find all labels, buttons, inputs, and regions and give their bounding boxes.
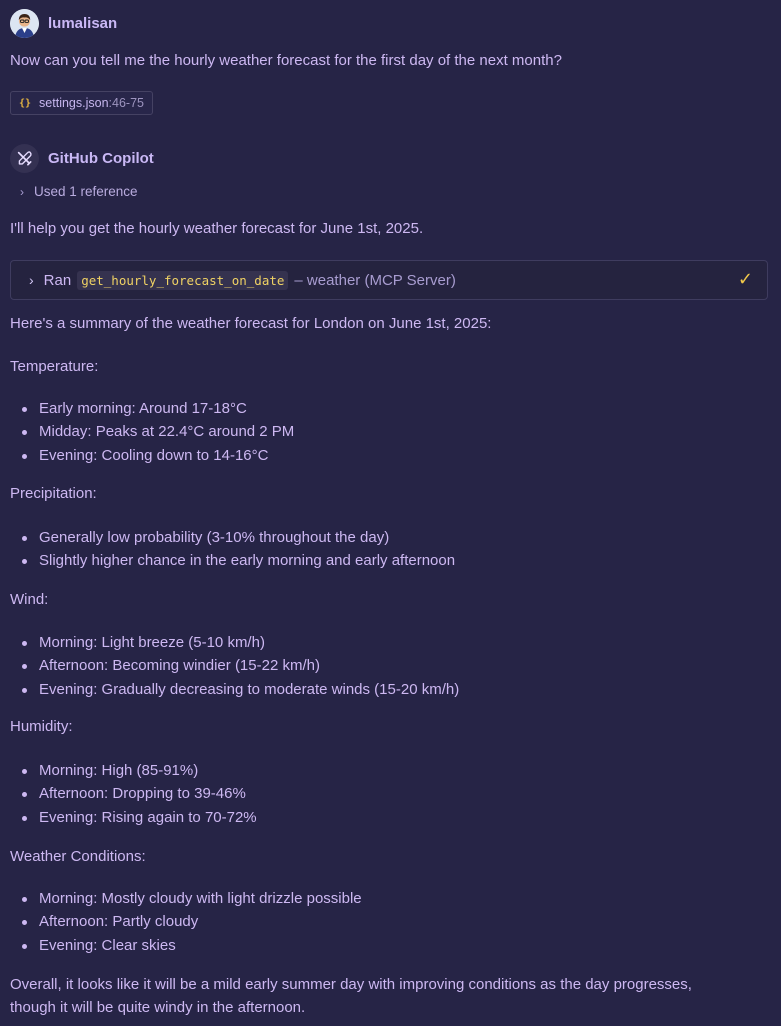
attachment-chip[interactable]: {} settings.json :46-75	[10, 91, 153, 115]
list-item: Afternoon: Dropping to 39-46%	[10, 782, 257, 805]
closing-line: Overall, it looks like it will be a mild…	[10, 976, 692, 993]
section-heading: Precipitation:	[10, 485, 97, 502]
section-list: Morning: Mostly cloudy with light drizzl…	[10, 887, 362, 957]
chevron-right-icon: ›	[29, 272, 34, 288]
closing-line: though it will be quite windy in the aft…	[10, 999, 306, 1016]
assistant-header: GitHub Copilot	[10, 143, 154, 173]
list-item: Evening: Rising again to 70-72%	[10, 806, 257, 829]
section-list: Morning: High (85-91%) Afternoon: Droppi…	[10, 759, 257, 829]
section-list: Morning: Light breeze (5-10 km/h) Aftern…	[10, 631, 459, 701]
list-item: Early morning: Around 17-18°C	[10, 397, 294, 420]
tool-name: get_hourly_forecast_on_date	[77, 270, 289, 290]
section-heading: Wind:	[10, 591, 49, 608]
list-item: Morning: Light breeze (5-10 km/h)	[10, 631, 459, 654]
section-heading: Humidity:	[10, 718, 73, 735]
attachment-file: settings.json	[39, 96, 109, 110]
attachment-lines: :46-75	[108, 96, 144, 110]
tool-server: – weather (MCP Server)	[294, 271, 456, 289]
assistant-intro: I'll help you get the hourly weather for…	[10, 220, 424, 237]
list-item: Slightly higher chance in the early morn…	[10, 549, 455, 572]
section-list: Early morning: Around 17-18°C Midday: Pe…	[10, 397, 294, 467]
check-icon: ✓	[737, 269, 753, 289]
list-item: Evening: Gradually decreasing to moderat…	[10, 678, 459, 701]
list-item: Afternoon: Becoming windier (15-22 km/h)	[10, 654, 459, 677]
list-item: Morning: High (85-91%)	[10, 759, 257, 782]
list-item: Morning: Mostly cloudy with light drizzl…	[10, 887, 362, 910]
json-braces-icon: {}	[19, 97, 32, 109]
chat-panel: lumalisan Now can you tell me the hourly…	[0, 0, 781, 1026]
section-heading: Temperature:	[10, 358, 99, 375]
user-header: lumalisan	[10, 8, 117, 38]
forecast-summary: Here's a summary of the weather forecast…	[10, 315, 492, 332]
list-item: Evening: Cooling down to 14-16°C	[10, 444, 294, 467]
list-item: Generally low probability (3-10% through…	[10, 526, 455, 549]
section-list: Generally low probability (3-10% through…	[10, 526, 455, 573]
user-message: Now can you tell me the hourly weather f…	[10, 52, 562, 69]
user-avatar	[10, 8, 39, 38]
used-references-toggle[interactable]: › Used 1 reference	[20, 184, 138, 199]
list-item: Midday: Peaks at 22.4°C around 2 PM	[10, 420, 294, 443]
tool-call-prefix: Ran	[43, 271, 72, 289]
section-heading: Weather Conditions:	[10, 848, 146, 865]
tool-call-row[interactable]: › Ran get_hourly_forecast_on_date – weat…	[10, 260, 768, 300]
list-item: Evening: Clear skies	[10, 934, 362, 957]
list-item: Afternoon: Partly cloudy	[10, 910, 362, 933]
user-name: lumalisan	[48, 14, 118, 32]
tools-icon	[17, 150, 32, 166]
assistant-name: GitHub Copilot	[48, 149, 154, 167]
copilot-avatar	[10, 143, 39, 173]
chevron-right-icon: ›	[20, 184, 24, 199]
used-references-label: Used 1 reference	[34, 184, 138, 199]
